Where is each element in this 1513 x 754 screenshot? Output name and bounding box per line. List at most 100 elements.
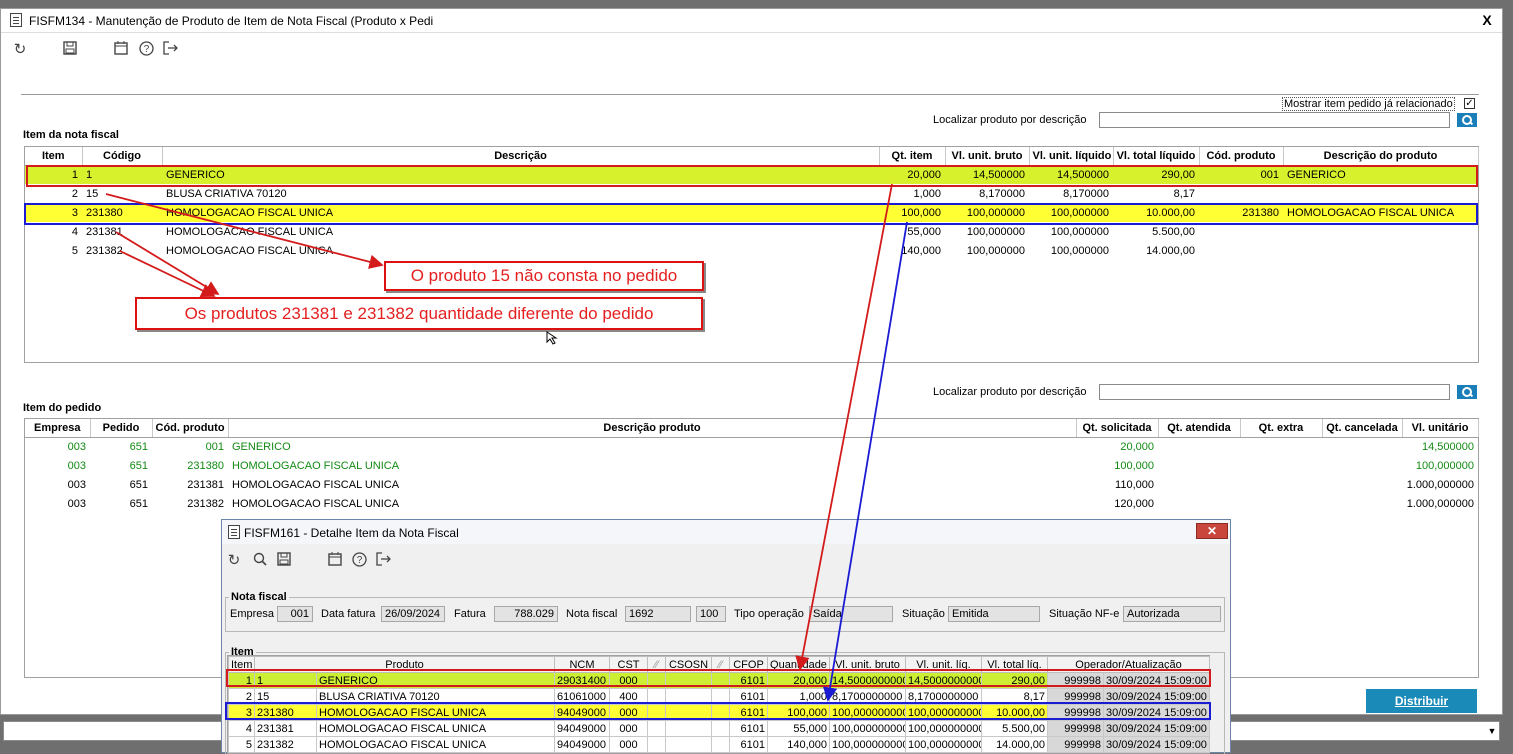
table-row[interactable]: 003 651 231382 HOMOLOGACAO FISCAL UNICA … [25, 494, 1478, 513]
save-icon[interactable] [275, 552, 293, 570]
col-header[interactable]: Item [25, 147, 83, 166]
save-icon[interactable] [61, 41, 79, 59]
situacao-field[interactable]: Emitida [948, 606, 1040, 622]
detail-close-button[interactable]: ✕ [1196, 523, 1228, 539]
cell-product-name: HOMOLOGACAO FISCAL UNICA [316, 736, 555, 753]
cell-ncm: 94049000 [554, 736, 610, 753]
col-header[interactable]: Descrição produto [228, 419, 1077, 438]
order-items-title: Item do pedido [23, 402, 102, 414]
fatura-field[interactable]: 788.029 [494, 606, 558, 622]
nota-fiscal-field[interactable]: 1692 [625, 606, 691, 622]
cell-total-net: 5.500,00 [981, 720, 1048, 737]
search-input[interactable] [1099, 112, 1450, 128]
highlight-detail-row-1 [226, 669, 1211, 687]
cell-order: 651 [129, 497, 148, 510]
search-button[interactable] [1457, 113, 1477, 127]
col-header[interactable]: Vl. total líquido [1113, 147, 1200, 166]
show-related-checkbox[interactable]: ✓ [1464, 98, 1475, 109]
cell-product-code: 231380 [187, 459, 224, 472]
table-row[interactable]: 003 651 231380 HOMOLOGACAO FISCAL UNICA … [25, 456, 1478, 475]
cell-total-net: 14.000,00 [1146, 244, 1195, 257]
cell-blank [647, 720, 666, 737]
cell-updated-at: 30/09/2024 15:09:00 [1103, 720, 1210, 737]
show-related-label: Mostrar item pedido já relacionado [1282, 97, 1455, 111]
tipo-operacao-field[interactable]: Saída [809, 606, 893, 622]
cell-product-code: 231381 [187, 478, 224, 491]
col-header[interactable]: Descrição [162, 147, 880, 166]
nf-header-row: Item Código Descrição Qt. item Vl. unit.… [25, 147, 1479, 166]
cell-quantity: 55,000 [767, 720, 830, 737]
cell-csosn [665, 736, 712, 753]
col-header[interactable]: Vl. unitário [1402, 419, 1479, 438]
cell-product-description [1283, 241, 1478, 260]
cell-qty-extra [1240, 456, 1322, 475]
cell-qty-requested: 120,000 [1114, 497, 1154, 510]
cell-operator: 999998 [1047, 736, 1104, 753]
cell-unit-net: 100,0000000000 [905, 720, 982, 737]
order-search-button[interactable] [1457, 385, 1477, 399]
cell-product-code: 231382 [254, 736, 317, 753]
cell-qty-cancelled [1322, 456, 1402, 475]
cell-quantity: 140,000 [767, 736, 830, 753]
cell-ncm: 94049000 [554, 720, 610, 737]
callout-missing-product: O produto 15 não consta no pedido [384, 261, 704, 291]
main-titlebar: FISFM134 - Manutenção de Produto de Item… [1, 9, 1502, 33]
col-header[interactable]: Qt. item [879, 147, 946, 166]
empresa-field[interactable]: 001 [277, 606, 313, 622]
table-row[interactable]: 5 231382 HOMOLOGACAO FISCAL UNICA 940490… [228, 736, 1210, 753]
highlight-row-1 [26, 165, 1478, 187]
cell-operator: 999998 [1047, 720, 1104, 737]
col-header[interactable]: Pedido [90, 419, 153, 438]
cell-qty-served [1158, 456, 1240, 475]
col-header[interactable]: Descrição do produto [1283, 147, 1479, 166]
distribute-button[interactable]: Distribuir [1366, 689, 1477, 713]
nf-items-title: Item da nota fiscal [23, 129, 119, 141]
cell-item: 5 [228, 736, 255, 753]
cell-qty-requested: 110,000 [1115, 478, 1154, 491]
col-header[interactable]: Vl. unit. bruto [945, 147, 1030, 166]
table-row[interactable]: 003 651 001 GENERICO 20,000 14,500000 [25, 437, 1478, 456]
fatura-label: Fatura [454, 608, 486, 620]
col-header[interactable]: Qt. atendida [1158, 419, 1241, 438]
calendar-icon[interactable] [112, 41, 130, 59]
exit-icon[interactable] [375, 552, 393, 570]
help-icon[interactable]: ? [350, 552, 368, 570]
cell-unit-value: 14,500000 [1422, 440, 1474, 453]
data-fatura-field[interactable]: 26/09/2024 [381, 606, 445, 622]
table-row[interactable]: 003 651 231381 HOMOLOGACAO FISCAL UNICA … [25, 475, 1478, 494]
cell-unit-value: 100,000000 [1415, 459, 1474, 472]
close-button[interactable]: X [1478, 12, 1496, 30]
serie-field[interactable]: 100 [696, 606, 726, 622]
cell-description: HOMOLOGACAO FISCAL UNICA [166, 244, 334, 257]
undo-icon[interactable]: ↻ [225, 552, 243, 570]
exit-icon[interactable] [162, 41, 180, 59]
col-header[interactable]: Cód. produto [1199, 147, 1284, 166]
col-header[interactable]: Empresa [25, 419, 91, 438]
detail-title: FISFM161 - Detalhe Item da Nota Fiscal [244, 526, 459, 540]
col-header[interactable]: Cód. produto [152, 419, 229, 438]
cell-order: 651 [129, 459, 148, 472]
col-header[interactable]: Qt. solicitada [1076, 419, 1159, 438]
chevron-down-icon[interactable]: ▼ [1485, 723, 1499, 739]
nota-fiscal-label: Nota fiscal [566, 608, 618, 620]
situacao-nfe-field[interactable]: Autorizada [1123, 606, 1221, 622]
table-row[interactable]: 5 231382 HOMOLOGACAO FISCAL UNICA 140,00… [25, 241, 1478, 260]
detail-titlebar: FISFM161 - Detalhe Item da Nota Fiscal ✕ [222, 520, 1230, 544]
col-header[interactable]: Qt. cancelada [1322, 419, 1403, 438]
search-icon[interactable] [251, 552, 269, 570]
svg-text:?: ? [143, 44, 149, 55]
cell-product-code: 231381 [254, 720, 317, 737]
order-search-input[interactable] [1099, 384, 1450, 400]
col-header[interactable]: Vl. unit. líquido [1029, 147, 1114, 166]
cell-product-description: HOMOLOGACAO FISCAL UNICA [232, 478, 400, 491]
calendar-icon[interactable] [326, 552, 344, 570]
cell-cfop: 6101 [729, 736, 768, 753]
table-row[interactable]: 4 231381 HOMOLOGACAO FISCAL UNICA 940490… [228, 720, 1210, 737]
cell-company: 003 [67, 459, 86, 472]
col-header[interactable]: Código [82, 147, 163, 166]
cell-unit-gross: 100,0000000000 [829, 736, 906, 753]
cell-product-code: 231382 [187, 497, 224, 510]
col-header[interactable]: Qt. extra [1240, 419, 1323, 438]
help-icon[interactable]: ? [137, 41, 155, 59]
undo-icon[interactable]: ↻ [11, 41, 29, 59]
